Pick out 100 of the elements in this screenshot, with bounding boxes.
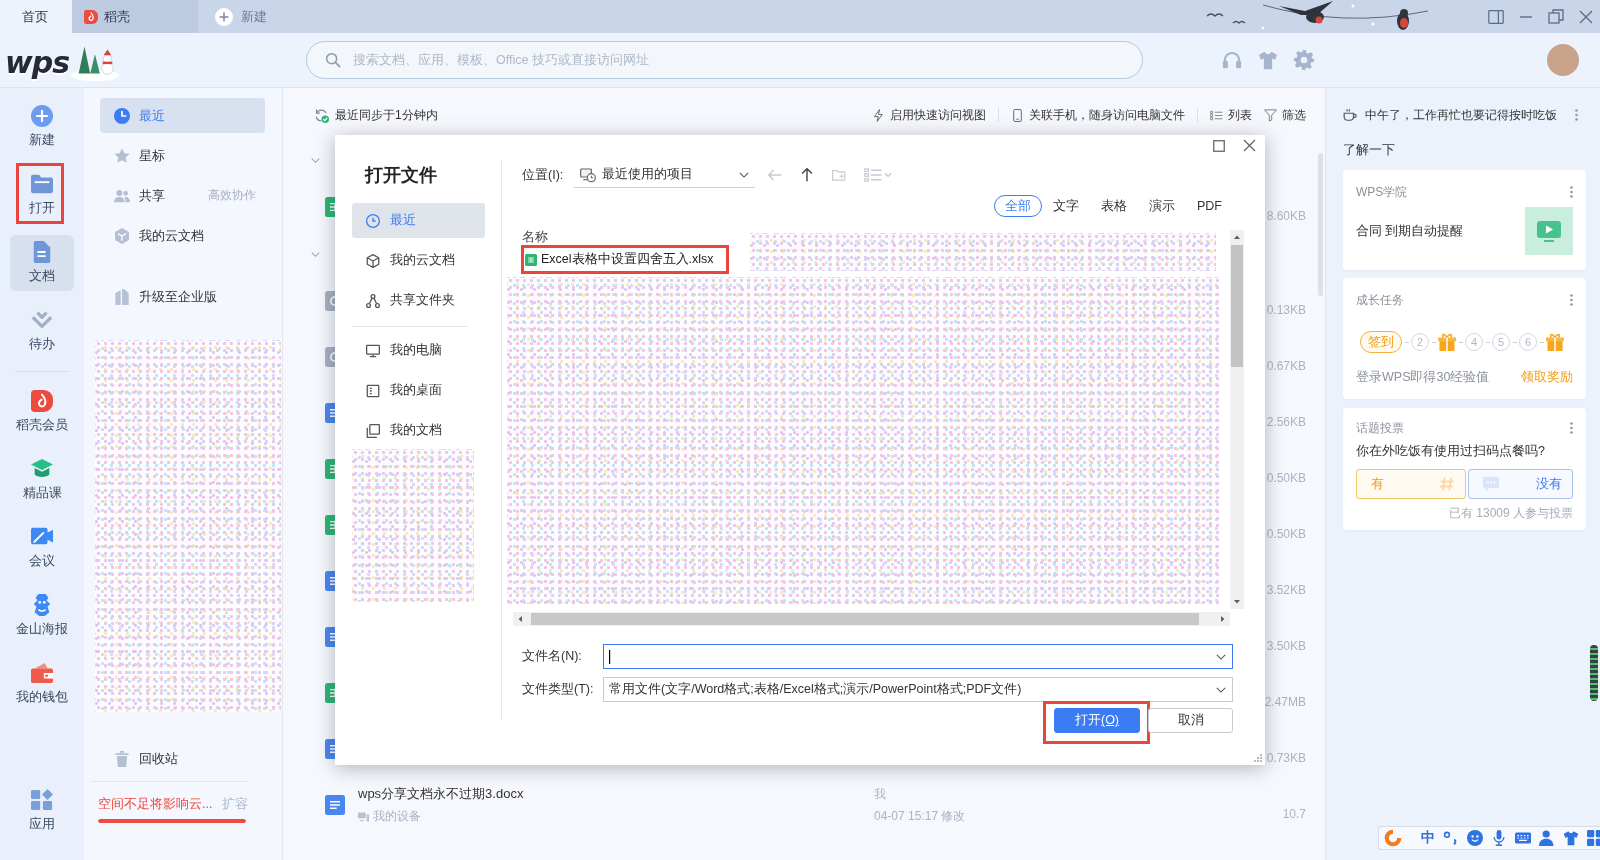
- sidebar-item[interactable]: 升级至企业版: [100, 279, 265, 314]
- file-location-text: 我的设备: [373, 808, 421, 825]
- location-select[interactable]: 最近使用的项目: [574, 162, 755, 188]
- smiley-icon[interactable]: [1467, 830, 1483, 846]
- open-button[interactable]: 打开(O): [1054, 708, 1140, 733]
- nav-rail-item[interactable]: 稻壳会员: [10, 384, 74, 440]
- document-file-icon[interactable]: [325, 795, 345, 815]
- file-name-field[interactable]: [603, 644, 1233, 669]
- scrollbar-thumb[interactable]: [1318, 153, 1323, 296]
- chevron-icon[interactable]: [311, 249, 320, 259]
- step-connector: [1404, 341, 1409, 343]
- close-icon[interactable]: [1578, 8, 1594, 25]
- maximize-icon[interactable]: [1213, 139, 1225, 152]
- filter-tab[interactable]: 文字: [1042, 195, 1090, 217]
- horizontal-scrollbar[interactable]: [513, 612, 1230, 626]
- document-icon: [31, 241, 53, 263]
- filter-tab[interactable]: PDF: [1186, 195, 1233, 217]
- chevron-icon[interactable]: [311, 155, 320, 165]
- filter-icon: [1264, 108, 1277, 122]
- more-icon[interactable]: [1570, 186, 1573, 198]
- video-play-icon[interactable]: [1525, 207, 1573, 255]
- nav-rail-item[interactable]: 金山海报: [10, 588, 74, 644]
- nav-rail-item[interactable]: 应用: [10, 783, 74, 839]
- tab[interactable]: 首页: [0, 0, 72, 33]
- search-input[interactable]: 搜索文档、应用、模板、Office 技巧或直接访问网址: [353, 50, 1124, 70]
- people-icon: [114, 187, 130, 204]
- headset-icon[interactable]: [1222, 50, 1242, 70]
- more-icon[interactable]: [1570, 422, 1573, 434]
- file-size-text: 0.13KB: [1266, 303, 1306, 317]
- file-owner-text: 我: [874, 785, 887, 803]
- resize-grip-icon[interactable]: [1254, 754, 1262, 762]
- file-type-select[interactable]: 常用文件(文字/Word格式;表格/Excel格式;演示/PowerPoint格式;PDF文件): [603, 677, 1233, 702]
- apps-grid-icon[interactable]: [1587, 830, 1600, 846]
- punctuation-icon[interactable]: [1443, 830, 1459, 846]
- shirt-icon[interactable]: [1258, 50, 1278, 70]
- mascot-icon: [31, 594, 53, 616]
- phone-link-button[interactable]: 关联手机，随身访问电脑文件: [1011, 106, 1185, 124]
- step-connector: [1485, 341, 1490, 343]
- filter-tab[interactable]: 表格: [1090, 195, 1138, 217]
- card-title: WPS学院: [1356, 183, 1408, 201]
- logo-text: wps: [5, 48, 70, 82]
- file-size-text: 2.47MB: [1264, 695, 1306, 709]
- file-name[interactable]: wps分享文档永不过期3.docx: [358, 785, 874, 803]
- vertical-scrollbar[interactable]: [1230, 230, 1244, 609]
- file-size-text: 0.50KB: [1266, 471, 1306, 485]
- nav-rail-item[interactable]: 打开: [10, 167, 74, 223]
- file-list-item[interactable]: Excel表格中设置四舍五入.xlsx: [521, 245, 729, 274]
- more-icon[interactable]: [1575, 109, 1578, 121]
- restore-icon[interactable]: [1548, 8, 1564, 25]
- side-handle[interactable]: [1590, 645, 1598, 701]
- sync-status-text: 最近同步于1分钟内: [335, 106, 438, 124]
- nav-rail-item[interactable]: 精品课: [10, 452, 74, 508]
- swirl-logo-icon: [1383, 828, 1403, 848]
- scrollbar-thumb[interactable]: [531, 613, 1199, 625]
- filter-button[interactable]: 筛选: [1264, 106, 1306, 124]
- file-size-text: 2.56KB: [1266, 415, 1306, 429]
- sidebar-item[interactable]: 共享 高效协作: [100, 178, 265, 213]
- plus-circle-icon: [31, 105, 53, 127]
- cancel-button[interactable]: 取消: [1148, 708, 1233, 733]
- poll-footer-text: 已有 13009 人参与投票: [1447, 506, 1573, 520]
- card-title: 话题投票: [1356, 419, 1404, 437]
- double-chevron-icon: [31, 309, 53, 331]
- vote-option[interactable]: 没有: [1468, 469, 1573, 499]
- file-size-text: 0.73KB: [1266, 751, 1306, 765]
- trash-icon: [114, 750, 130, 767]
- more-icon[interactable]: [1570, 294, 1573, 306]
- list-square-icon: [366, 383, 380, 398]
- user-icon[interactable]: [1539, 830, 1555, 846]
- quick-view-button[interactable]: 启用快速访问视图: [872, 106, 986, 124]
- sidebar-item[interactable]: 回收站: [100, 741, 265, 776]
- settings-icon[interactable]: [1294, 50, 1314, 70]
- up-arrow-icon[interactable]: [800, 168, 814, 182]
- nav-rail-item[interactable]: 新建: [10, 99, 74, 155]
- input-mode-toggle[interactable]: 中: [1421, 829, 1435, 847]
- dialog-nav-item[interactable]: 我的电脑: [352, 333, 485, 368]
- card-title: 成长任务: [1356, 291, 1404, 309]
- sidebar-item[interactable]: 星标: [100, 138, 265, 173]
- sidebar-item[interactable]: 我的云文档: [100, 218, 265, 253]
- nav-rail-item[interactable]: 我的钱包: [10, 656, 74, 712]
- dialog-nav-item[interactable]: 我的文档: [352, 413, 485, 448]
- avatar[interactable]: [1547, 44, 1579, 76]
- greeting-text: 中午了，工作再忙也要记得按时吃饭: [1365, 106, 1558, 124]
- dialog-title: 打开文件: [363, 164, 438, 186]
- dialog-nav-item[interactable]: 我的云文档: [352, 243, 485, 278]
- filter-tab[interactable]: 演示: [1138, 195, 1186, 217]
- scrollbar-thumb[interactable]: [1231, 245, 1243, 367]
- list-view-button[interactable]: 列表: [1210, 106, 1252, 124]
- search-field[interactable]: 搜索文档、应用、模板、Office 技巧或直接访问网址: [306, 41, 1143, 79]
- microphone-icon[interactable]: [1491, 830, 1507, 846]
- nav-rail-item[interactable]: 会议: [10, 520, 74, 576]
- close-icon[interactable]: [1243, 139, 1256, 152]
- sidebar-toggle-icon[interactable]: [1488, 8, 1504, 25]
- pages-icon: [366, 423, 380, 438]
- keyboard-icon[interactable]: [1515, 830, 1531, 846]
- nav-rail-item[interactable]: 待办: [10, 303, 74, 359]
- dialog-nav-item[interactable]: 共享文件夹: [352, 283, 485, 318]
- nav-rail-item[interactable]: 文档: [10, 235, 74, 291]
- shirt-icon[interactable]: [1563, 830, 1579, 846]
- dialog-nav-item[interactable]: 我的桌面: [352, 373, 485, 408]
- tab[interactable]: 稻壳: [72, 0, 198, 33]
